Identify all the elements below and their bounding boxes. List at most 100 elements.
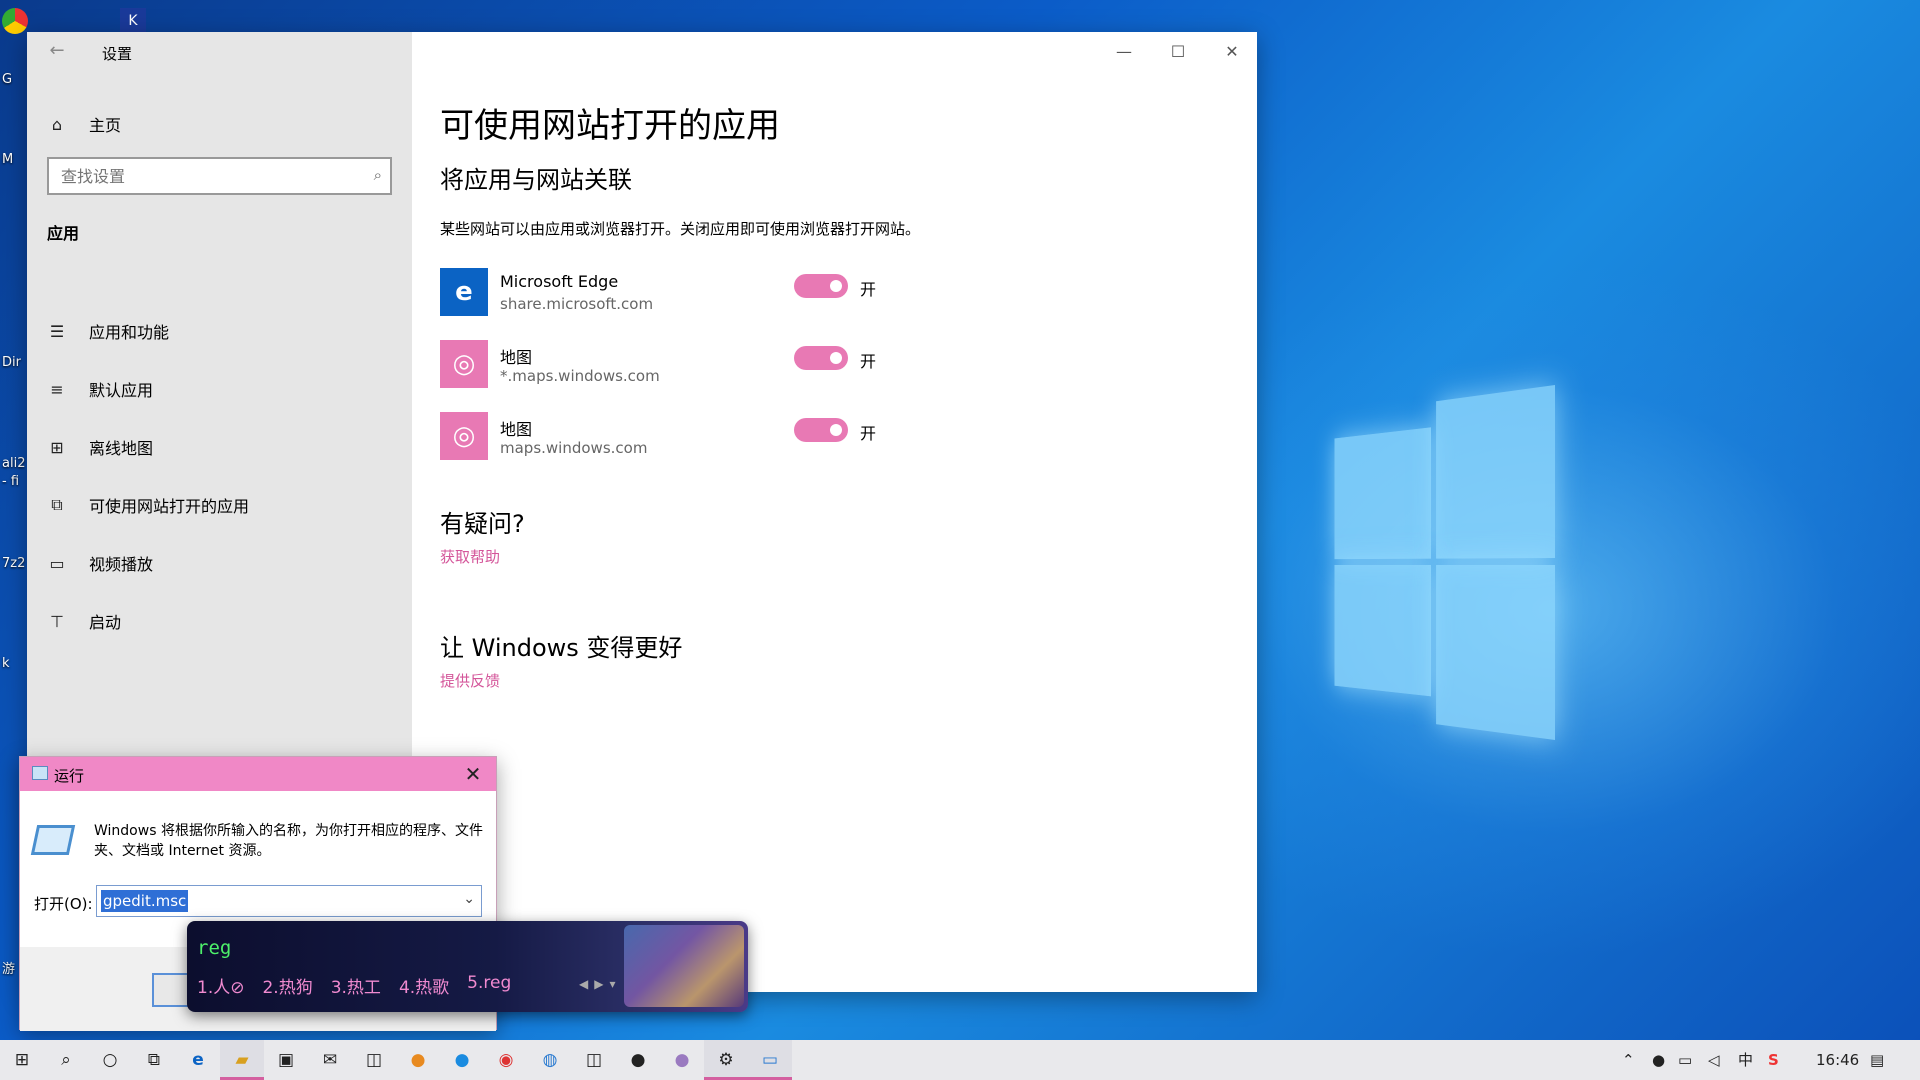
app-toggle[interactable] bbox=[794, 418, 848, 442]
app-list: e Microsoft Edge share.microsoft.com 开 ◎… bbox=[440, 268, 940, 484]
chrome-desktop-icon[interactable] bbox=[2, 8, 28, 34]
app-toggle[interactable] bbox=[794, 274, 848, 298]
clock[interactable]: 16:46 bbox=[1816, 1040, 1859, 1080]
desktop-icon-label[interactable]: 7z2 bbox=[2, 556, 26, 571]
sidebar-item-apps-for-websites[interactable]: ⧉ 可使用网站打开的应用 bbox=[27, 476, 412, 534]
startup-icon: ⊤ bbox=[50, 611, 64, 631]
app-icon[interactable]: ● bbox=[616, 1040, 660, 1080]
ime-next-icon: ▶ bbox=[594, 977, 604, 991]
ime-language-indicator[interactable]: 中 bbox=[1738, 1040, 1753, 1080]
sidebar-item-label: 可使用网站打开的应用 bbox=[89, 497, 250, 516]
ime-menu-icon: ▾ bbox=[609, 977, 616, 991]
default-apps-icon: ≡ bbox=[50, 379, 64, 399]
notification-center-icon[interactable]: ▤ bbox=[1870, 1040, 1884, 1080]
sidebar-item-default-apps[interactable]: ≡ 默认应用 bbox=[27, 360, 412, 418]
app-window-icon[interactable]: ◫ bbox=[352, 1040, 396, 1080]
sidebar-item-label: 启动 bbox=[89, 613, 122, 632]
toggle-state: 开 bbox=[860, 352, 877, 371]
run-dialog-taskbar-icon[interactable]: ▭ bbox=[748, 1040, 792, 1080]
ime-candidate[interactable]: 5.reg bbox=[467, 973, 511, 998]
mail-icon[interactable]: ✉ bbox=[308, 1040, 352, 1080]
run-open-value[interactable]: gpedit.msc bbox=[101, 890, 189, 912]
cortana-icon[interactable]: ○ bbox=[88, 1040, 132, 1080]
start-button-icon[interactable]: ⊞ bbox=[0, 1040, 44, 1080]
chevron-up-icon[interactable]: ⌃ bbox=[1622, 1040, 1635, 1080]
sidebar-item-video-playback[interactable]: ▭ 视频播放 bbox=[27, 534, 412, 592]
app-row: ◎ 地图 *.maps.windows.com 开 bbox=[440, 340, 940, 412]
toggle-state: 开 bbox=[860, 424, 877, 443]
feedback-link[interactable]: 提供反馈 bbox=[440, 670, 500, 691]
search-icon[interactable]: ⌕ bbox=[44, 1040, 88, 1080]
app-window-icon[interactable]: ◫ bbox=[572, 1040, 616, 1080]
desktop-icon-label[interactable]: M bbox=[2, 152, 26, 167]
volume-icon[interactable]: ◁ bbox=[1708, 1040, 1720, 1080]
ime-candidates: 1.人⊘ 2.热狗 3.热工 4.热歌 5.reg bbox=[197, 973, 511, 998]
ime-candidate[interactable]: 4.热歌 bbox=[399, 973, 449, 998]
run-titlebar: 运行 ✕ bbox=[20, 757, 496, 791]
app-url: maps.windows.com bbox=[500, 439, 648, 457]
home-icon: ⌂ bbox=[51, 114, 63, 134]
desktop-icon-label[interactable]: - fi bbox=[2, 474, 26, 489]
app-icon[interactable]: ● bbox=[396, 1040, 440, 1080]
app-name: 地图 bbox=[500, 348, 533, 367]
browser-icon[interactable]: ◍ bbox=[528, 1040, 572, 1080]
search-box[interactable]: ⌕ bbox=[47, 157, 392, 195]
maps-icon: ◎ bbox=[440, 412, 488, 460]
app-icon[interactable]: ● bbox=[440, 1040, 484, 1080]
file-explorer-icon[interactable]: ▰ bbox=[220, 1040, 264, 1080]
ime-candidate[interactable]: 3.热工 bbox=[331, 973, 381, 998]
ime-skin-image bbox=[624, 925, 744, 1007]
section-subtitle: 将应用与网站关联 bbox=[440, 166, 632, 194]
app-toggle[interactable] bbox=[794, 346, 848, 370]
run-open-label: 打开(O): bbox=[34, 895, 93, 913]
app-url: *.maps.windows.com bbox=[500, 367, 660, 385]
sidebar-item-label: 离线地图 bbox=[89, 439, 154, 458]
toggle-state: 开 bbox=[860, 280, 877, 299]
get-help-link[interactable]: 获取帮助 bbox=[440, 546, 500, 567]
sidebar-item-label: 应用和功能 bbox=[89, 323, 170, 342]
app-row: e Microsoft Edge share.microsoft.com 开 bbox=[440, 268, 940, 340]
app-name: 地图 bbox=[500, 420, 533, 439]
sogou-ime-icon[interactable]: S bbox=[1768, 1040, 1779, 1080]
video-playback-icon: ▭ bbox=[49, 553, 65, 573]
offline-maps-icon: ⊞ bbox=[50, 437, 64, 457]
app-name: Microsoft Edge bbox=[500, 272, 619, 291]
run-close-button[interactable]: ✕ bbox=[458, 759, 488, 789]
store-icon[interactable]: ▣ bbox=[264, 1040, 308, 1080]
edge-icon[interactable]: e bbox=[176, 1040, 220, 1080]
improve-heading: 让 Windows 变得更好 bbox=[440, 634, 683, 662]
ime-candidate-window: reg 1.人⊘ 2.热狗 3.热工 4.热歌 5.reg ◀ ▶ ▾ bbox=[187, 921, 748, 1012]
desktop-icon-label[interactable]: ali2 bbox=[2, 456, 26, 471]
section-description: 某些网站可以由应用或浏览器打开。关闭应用即可使用浏览器打开网站。 bbox=[440, 220, 921, 238]
chevron-down-icon[interactable]: ⌄ bbox=[463, 891, 475, 907]
sidebar-item-startup[interactable]: ⊤ 启动 bbox=[27, 592, 412, 650]
ime-candidate[interactable]: 2.热狗 bbox=[262, 973, 312, 998]
settings-content: 可使用网站打开的应用 将应用与网站关联 某些网站可以由应用或浏览器打开。关闭应用… bbox=[440, 32, 1257, 992]
desktop-icon-label[interactable]: G bbox=[2, 72, 26, 87]
apps-features-icon: ☰ bbox=[49, 321, 65, 341]
home-nav-item[interactable]: ⌂ 主页 bbox=[47, 108, 121, 140]
search-input[interactable] bbox=[49, 159, 349, 193]
desktop-shortcut-icon[interactable]: K bbox=[120, 8, 146, 34]
microphone-icon[interactable]: ● bbox=[1652, 1040, 1665, 1080]
sidebar-item-apps-features[interactable]: ☰ 应用和功能 bbox=[27, 302, 412, 360]
ime-candidate[interactable]: 1.人⊘ bbox=[197, 973, 244, 998]
home-label: 主页 bbox=[89, 116, 122, 135]
run-open-input[interactable]: gpedit.msc ⌄ bbox=[96, 885, 482, 917]
ime-page-arrows[interactable]: ◀ ▶ ▾ bbox=[579, 977, 616, 991]
question-heading: 有疑问? bbox=[440, 510, 525, 538]
apps-for-websites-icon: ⧉ bbox=[51, 495, 63, 514]
ime-composition: reg bbox=[197, 937, 232, 959]
desktop-icon-label[interactable]: k bbox=[2, 656, 26, 671]
settings-gear-icon[interactable]: ⚙ bbox=[704, 1040, 748, 1080]
app-icon[interactable]: ● bbox=[660, 1040, 704, 1080]
run-message: Windows 将根据你所输入的名称，为你打开相应的程序、文件夹、文档或 Int… bbox=[94, 823, 483, 859]
task-view-icon[interactable]: ⧉ bbox=[132, 1040, 176, 1080]
back-arrow-icon[interactable]: ← bbox=[43, 40, 71, 64]
search-icon[interactable]: ⌕ bbox=[374, 166, 382, 184]
desktop-icon-label[interactable]: Dir bbox=[2, 355, 26, 370]
network-icon[interactable]: ▭ bbox=[1678, 1040, 1692, 1080]
chrome-icon[interactable]: ◉ bbox=[484, 1040, 528, 1080]
sidebar-item-offline-maps[interactable]: ⊞ 离线地图 bbox=[27, 418, 412, 476]
app-row: ◎ 地图 maps.windows.com 开 bbox=[440, 412, 940, 484]
